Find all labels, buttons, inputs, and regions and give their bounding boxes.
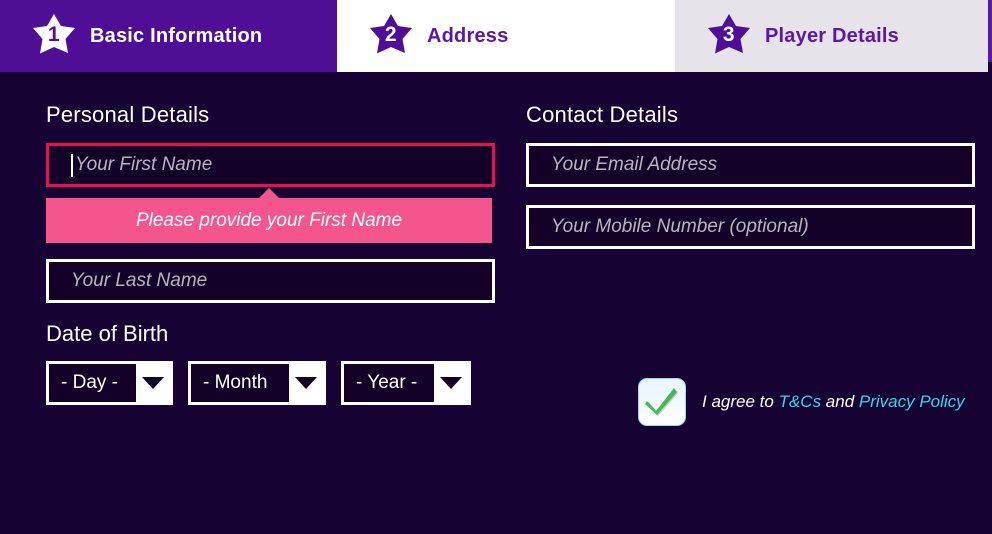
tab-address[interactable]: 2 Address (337, 0, 675, 72)
personal-details-heading: Personal Details (46, 102, 210, 127)
star-badge-3-icon: 3 (705, 12, 753, 60)
registration-form-page: 1 Basic Information 2 Address 3 Player D… (0, 0, 992, 534)
email-input[interactable]: Your Email Address (526, 143, 975, 187)
contact-details-column: Contact Details Your Email Address Your … (526, 72, 976, 426)
page-scrollbar-thumb[interactable] (988, 0, 992, 62)
agreement-middle: and (821, 392, 859, 411)
first-name-input[interactable]: Your First Name (46, 143, 495, 187)
agreement-prefix: I agree to (702, 392, 779, 411)
mobile-placeholder: Your Mobile Number (optional) (551, 216, 809, 237)
tab-label: Player Details (765, 24, 899, 47)
star-badge-1-icon: 1 (30, 12, 78, 60)
tab-label: Address (427, 24, 509, 47)
tab-basic-information[interactable]: 1 Basic Information (0, 0, 337, 72)
first-name-error-text: Please provide your First Name (135, 209, 403, 231)
first-name-placeholder: Your First Name (75, 154, 213, 175)
email-placeholder: Your Email Address (551, 154, 718, 175)
tab-label: Basic Information (90, 24, 263, 47)
tooltip-arrow-icon (258, 188, 280, 199)
privacy-policy-link[interactable]: Privacy Policy (859, 392, 965, 411)
dob-month-value: - Month (191, 364, 289, 402)
step-number: 2 (384, 23, 398, 46)
chevron-down-icon (289, 364, 323, 402)
last-name-placeholder: Your Last Name (71, 270, 208, 291)
step-number: 3 (722, 23, 736, 46)
date-of-birth-row: - Day - - Month - Year - (46, 361, 496, 405)
terms-checkbox[interactable] (638, 378, 686, 426)
dob-month-select[interactable]: - Month (188, 361, 326, 405)
chevron-down-icon (434, 364, 468, 402)
mobile-input[interactable]: Your Mobile Number (optional) (526, 205, 975, 249)
agreement-text: I agree to T&Cs and Privacy Policy (702, 392, 965, 412)
tab-player-details[interactable]: 3 Player Details (675, 0, 990, 72)
step-number: 1 (47, 23, 61, 46)
star-badge-2-icon: 2 (367, 12, 415, 60)
dob-year-select[interactable]: - Year - (341, 361, 471, 405)
contact-details-heading: Contact Details (526, 102, 679, 127)
form-body: Personal Details Your First Name Please … (0, 72, 990, 534)
agreement-row: I agree to T&Cs and Privacy Policy (638, 378, 965, 426)
date-of-birth-heading: Date of Birth (46, 321, 169, 346)
last-name-input[interactable]: Your Last Name (46, 259, 495, 303)
first-name-error-tooltip: Please provide your First Name (46, 188, 492, 243)
dob-day-value: - Day - (49, 364, 136, 402)
personal-details-column: Personal Details Your First Name Please … (46, 72, 496, 405)
chevron-down-icon (136, 364, 170, 402)
step-tabbar: 1 Basic Information 2 Address 3 Player D… (0, 0, 990, 72)
terms-link[interactable]: T&Cs (779, 392, 822, 411)
dob-year-value: - Year - (344, 364, 434, 402)
text-caret (71, 154, 73, 177)
dob-day-select[interactable]: - Day - (46, 361, 173, 405)
